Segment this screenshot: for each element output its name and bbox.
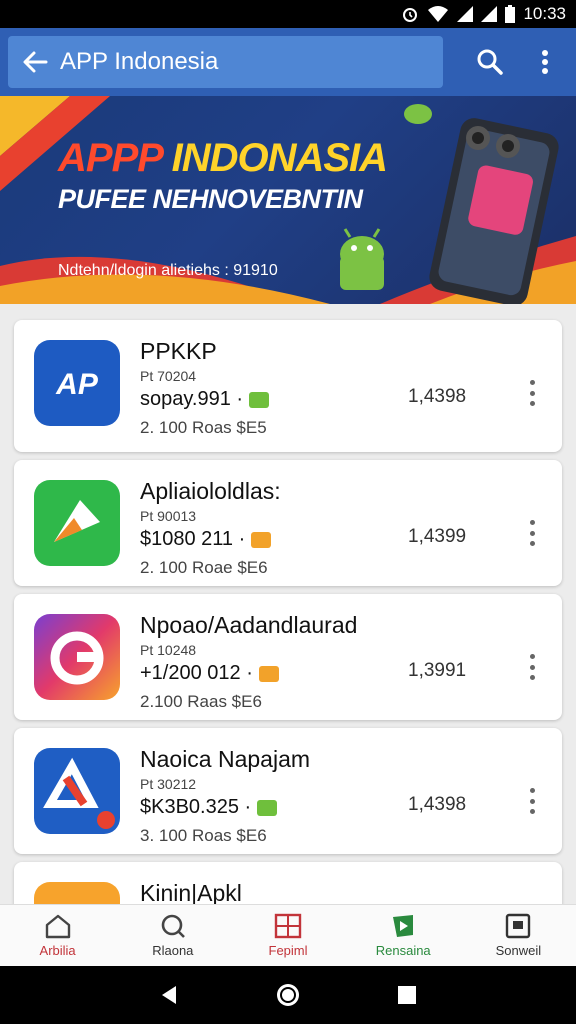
list-item[interactable]: Apliaiololdlas: Pt 90013 $1080 211 · 2. …: [14, 460, 562, 586]
alarm-icon: [403, 8, 418, 22]
signal-icon-2: [481, 6, 498, 22]
back-icon[interactable]: [158, 984, 180, 1006]
more-vert-icon[interactable]: [524, 786, 540, 816]
app-meta: 2. 100 Roas $E5: [140, 418, 267, 437]
back-arrow-icon[interactable]: [22, 50, 48, 74]
overflow-menu-icon[interactable]: [527, 44, 563, 80]
app-icon: [34, 480, 120, 566]
nav-label: Sonweil: [495, 943, 542, 958]
banner-title-part2: INDONASIA: [171, 136, 388, 180]
banner-title: APPP INDONASIA: [58, 136, 388, 181]
app-name: Naoica Napajam: [140, 746, 311, 772]
home-button-icon[interactable]: [275, 982, 301, 1008]
price-text: $1080 211 ·: [140, 528, 246, 550]
price-text: sopay.991 ·: [140, 388, 244, 410]
app-name: Kinin|Apkl: [140, 880, 242, 906]
app-bar: APP Indonesia: [0, 28, 576, 96]
banner-subtitle: PUFEE NEHNOVEBNTIN: [58, 184, 363, 214]
status-bar: 10:33: [0, 0, 576, 28]
nav-item-rensaina[interactable]: Rensaina: [346, 905, 461, 966]
promo-banner[interactable]: APPP INDONASIA PUFEE NEHNOVEBNTIN Ndtehn…: [0, 96, 576, 304]
home-icon: [45, 914, 70, 939]
clock: 10:33: [523, 4, 566, 23]
app-count: 1,4399: [408, 526, 467, 547]
list-item[interactable]: Naoica Napajam Pt 30212 $K3B0.325 · 3. 1…: [14, 728, 562, 854]
nav-item-arbilia[interactable]: Arbilia: [0, 905, 115, 966]
app-subtitle: Pt 10248: [140, 642, 197, 658]
app-count: 1,3991: [408, 660, 467, 681]
app-subtitle: Pt 70204: [140, 368, 197, 384]
app-meta: 2. 100 Roae $E6: [140, 558, 268, 577]
account-icon: [506, 913, 531, 939]
app-name: PPKKP: [140, 338, 217, 364]
app-meta: 3. 100 Roas $E6: [140, 826, 267, 845]
more-vert-icon[interactable]: [524, 652, 540, 682]
more-vert-icon[interactable]: [524, 378, 540, 408]
badge-icon: [251, 531, 272, 548]
nav-item-fepiml[interactable]: Fepiml: [230, 905, 345, 966]
svg-text:AP: AP: [55, 368, 99, 401]
bottom-navigation: Arbilia Rlaona Fepiml Rensaina Sonweil: [0, 904, 576, 966]
nav-item-sonweil[interactable]: Sonweil: [461, 905, 576, 966]
app-price: $1080 211 ·: [140, 528, 272, 551]
app-meta: 2.100 Raas $E6: [140, 692, 262, 711]
nav-label: Arbilia: [39, 943, 76, 958]
nav-item-rlaona[interactable]: Rlaona: [115, 905, 230, 966]
app-icon: [34, 748, 120, 834]
banner-tagline: Ndtehn/ldogin alietiehs : 91910: [58, 262, 278, 279]
badge-icon: [258, 665, 279, 682]
list-item[interactable]: AP PPKKP Pt 70204 sopay.991 · 2. 100 Roa…: [14, 320, 562, 452]
app-count: 1,4398: [408, 386, 467, 407]
nav-label: Fepiml: [268, 943, 308, 958]
app-subtitle: Pt 30212: [140, 776, 197, 792]
app-icon: [34, 614, 120, 700]
price-text: $K3B0.325 ·: [140, 796, 252, 818]
play-icon: [393, 915, 414, 937]
app-name: Apliaiololdlas:: [140, 478, 281, 504]
system-navigation: [0, 966, 576, 1024]
app-count: 1,4398: [408, 794, 467, 815]
nav-label: Rlaona: [152, 943, 194, 958]
app-price: sopay.991 ·: [140, 388, 270, 411]
list-item[interactable]: Npoao/Aadandlaurad Pt 10248 +1/200 012 ·…: [14, 594, 562, 720]
app-subtitle: Pt 90013: [140, 508, 197, 524]
battery-icon: [505, 5, 516, 23]
page-title: APP Indonesia: [60, 48, 219, 75]
signal-icon: [457, 6, 474, 22]
app-name: Npoao/Aadandlaurad: [140, 612, 358, 638]
app-price: $K3B0.325 ·: [140, 796, 278, 819]
wifi-icon: [428, 6, 449, 22]
price-text: +1/200 012 ·: [140, 662, 253, 684]
app-icon: AP: [34, 340, 120, 426]
search-field[interactable]: APP Indonesia: [8, 36, 443, 88]
recents-icon[interactable]: [396, 984, 418, 1006]
grid-icon: [274, 913, 302, 939]
badge-icon: [257, 799, 278, 816]
app-price: +1/200 012 ·: [140, 662, 279, 685]
more-vert-icon[interactable]: [524, 518, 540, 548]
search-icon[interactable]: [472, 44, 508, 80]
gear-badge-icon: [249, 391, 270, 408]
nav-label: Rensaina: [375, 943, 431, 958]
search-icon: [161, 914, 185, 938]
banner-title-part1: APPP: [58, 136, 162, 180]
